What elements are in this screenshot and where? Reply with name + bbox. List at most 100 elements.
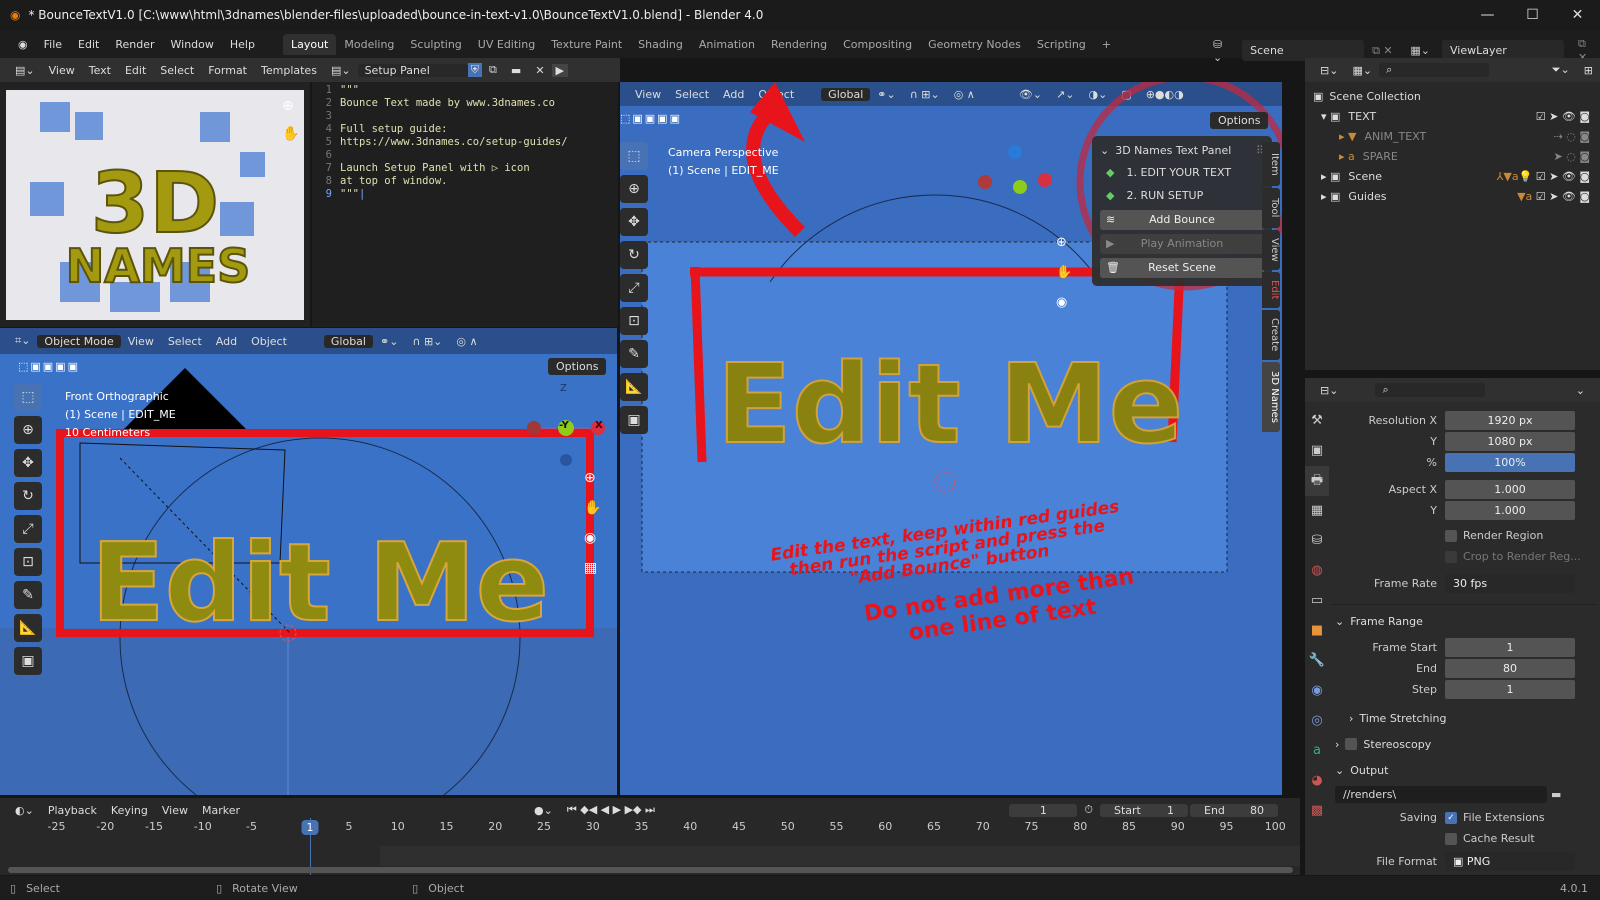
file-extensions-checkbox[interactable]: ✓ File Extensions bbox=[1445, 811, 1545, 824]
select-tool-icon[interactable]: ⬚ bbox=[14, 383, 42, 411]
cursor-tool-icon[interactable]: ⊕ bbox=[14, 416, 42, 444]
timeline-scrollbar[interactable] bbox=[8, 867, 1293, 873]
frame-rate-select[interactable]: 30 fps bbox=[1445, 574, 1575, 593]
scene-tab-icon[interactable]: ⛁ bbox=[1305, 526, 1329, 556]
annotate-tool-icon[interactable]: ✎ bbox=[620, 340, 648, 368]
particles-tab-icon[interactable]: ◉ bbox=[1305, 676, 1329, 706]
menu-file[interactable]: File bbox=[36, 34, 70, 55]
add-cube-tool-icon[interactable]: ▣ bbox=[14, 647, 42, 675]
render-region-checkbox[interactable]: Render Region bbox=[1335, 525, 1593, 546]
scale-tool-icon[interactable]: ⤢ bbox=[14, 515, 42, 543]
output-section[interactable]: ⌄ Output bbox=[1335, 758, 1593, 782]
zoom-icon[interactable]: ⊕ bbox=[1056, 228, 1072, 258]
editor-type-icon[interactable]: ▤⌄ bbox=[8, 64, 42, 77]
rotate-tool-icon[interactable]: ↻ bbox=[14, 482, 42, 510]
playback-controls[interactable]: ⏮ ◆◀ ◀ ▶ ▶◆ ⏭ bbox=[560, 803, 662, 817]
editor-type-icon[interactable]: ◐⌄ bbox=[8, 804, 41, 817]
move-tool-icon[interactable]: ✥ bbox=[620, 208, 648, 236]
tab-3d-names[interactable]: 3D Names bbox=[1262, 362, 1280, 432]
aspect-y-field[interactable]: 1.000 bbox=[1445, 501, 1575, 520]
zoom-icon[interactable]: ⊕ bbox=[282, 98, 294, 114]
new-collection-icon[interactable]: ⊞ bbox=[1577, 64, 1600, 77]
texture-tab-icon[interactable]: ▩ bbox=[1305, 796, 1329, 826]
modifier-tab-icon[interactable]: 🔧 bbox=[1305, 646, 1329, 676]
tab-item[interactable]: Item bbox=[1262, 142, 1280, 186]
tab-scripting[interactable]: Scripting bbox=[1029, 34, 1094, 55]
text-menu-select[interactable]: Select bbox=[153, 64, 201, 77]
tab-sculpting[interactable]: Sculpting bbox=[402, 34, 469, 55]
select-tool-icon[interactable]: ⬚ bbox=[620, 142, 648, 170]
maximize-button[interactable]: ☐ bbox=[1510, 7, 1555, 23]
outliner-search-input[interactable]: ⌕ bbox=[1379, 63, 1490, 77]
view-layer-tab-icon[interactable]: ▦ bbox=[1305, 496, 1329, 526]
render-tab-icon[interactable]: ▣ bbox=[1305, 436, 1329, 466]
play-animation-button[interactable]: ▶ Play Animation bbox=[1100, 234, 1264, 254]
unlink-text-icon[interactable]: ✕ bbox=[528, 64, 551, 77]
tab-texture-paint[interactable]: Texture Paint bbox=[543, 34, 630, 55]
options-button[interactable]: Options bbox=[548, 358, 607, 375]
data-tab-icon[interactable]: a bbox=[1305, 736, 1329, 766]
physics-tab-icon[interactable]: ◎ bbox=[1305, 706, 1329, 736]
outliner-scene-collection[interactable]: ▣ Scene Collection bbox=[1313, 86, 1600, 106]
tab-compositing[interactable]: Compositing bbox=[835, 34, 920, 55]
blender-menu-icon[interactable]: ◉ bbox=[10, 34, 36, 55]
chevron-down-icon[interactable]: ⌄ bbox=[1569, 384, 1592, 397]
output-path-input[interactable]: //renders\ bbox=[1335, 786, 1547, 803]
new-text-icon[interactable]: ⧉ bbox=[482, 63, 504, 77]
playback-menu[interactable]: Playback bbox=[41, 804, 104, 817]
run-script-button[interactable]: ▶ bbox=[551, 63, 568, 77]
stopwatch-icon[interactable]: ⏱ bbox=[1077, 803, 1100, 817]
end-frame-field[interactable]: End 80 bbox=[1190, 803, 1278, 817]
outliner-item-scene[interactable]: ▸ ▣ Scene ⅄▼a💡 ☑ ➤ 👁 ◙ bbox=[1313, 166, 1600, 186]
text-menu-text[interactable]: Text bbox=[82, 64, 118, 77]
resolution-x-field[interactable]: 1920 px bbox=[1445, 411, 1575, 430]
tab-modeling[interactable]: Modeling bbox=[336, 34, 402, 55]
resolution-y-field[interactable]: 1080 px bbox=[1445, 432, 1575, 451]
rotate-tool-icon[interactable]: ↻ bbox=[620, 241, 648, 269]
move-tool-icon[interactable]: ✥ bbox=[14, 449, 42, 477]
frame-start-field[interactable]: 1 bbox=[1445, 638, 1575, 657]
file-format-select[interactable]: ▣ PNG bbox=[1445, 852, 1575, 871]
outliner-item-anim-text[interactable]: ▸ ▼ ANIM_TEXT ⇢ ◌ ◙ bbox=[1313, 126, 1600, 146]
tab-tool[interactable]: Tool bbox=[1262, 188, 1280, 228]
outliner-item-guides[interactable]: ▸ ▣ Guides ▼a ☑ ➤ 👁 ◙ bbox=[1313, 186, 1600, 206]
editor-type-icon[interactable]: ⊟⌄ bbox=[1313, 384, 1345, 397]
tab-view[interactable]: View bbox=[1262, 230, 1280, 270]
start-frame-field[interactable]: Start 1 bbox=[1100, 803, 1188, 817]
menu-render[interactable]: Render bbox=[107, 34, 162, 55]
tab-geometry-nodes[interactable]: Geometry Nodes bbox=[920, 34, 1029, 55]
hand-pan-icon[interactable]: ✋ bbox=[1056, 258, 1072, 288]
world-tab-icon[interactable]: ◍ bbox=[1305, 556, 1329, 586]
resolution-percent-field[interactable]: 100% bbox=[1445, 453, 1575, 472]
viewport-front[interactable]: ⌗⌄ Object Mode View Select Add Object Gl… bbox=[0, 328, 617, 795]
scale-tool-icon[interactable]: ⤢ bbox=[620, 274, 648, 302]
text-menu-templates[interactable]: Templates bbox=[254, 64, 324, 77]
stereoscopy-section[interactable]: › Stereoscopy bbox=[1335, 732, 1593, 756]
measure-tool-icon[interactable]: 📐 bbox=[14, 614, 42, 642]
reset-scene-button[interactable]: 🗑 Reset Scene bbox=[1100, 258, 1264, 278]
tool-tab-icon[interactable]: ⚒ bbox=[1305, 406, 1329, 436]
zoom-icon[interactable]: ⊕ bbox=[584, 463, 601, 493]
options-button[interactable]: Options bbox=[1210, 112, 1269, 129]
marker-menu[interactable]: Marker bbox=[195, 804, 247, 817]
display-mode-icon[interactable]: ▦⌄ bbox=[1345, 64, 1379, 77]
tab-uv-editing[interactable]: UV Editing bbox=[470, 34, 543, 55]
menu-window[interactable]: Window bbox=[163, 34, 222, 55]
trusted-icon[interactable]: ⛨ bbox=[467, 63, 483, 77]
text-menu-view[interactable]: View bbox=[42, 64, 82, 77]
properties-search-input[interactable]: ⌕ bbox=[1375, 383, 1486, 397]
add-bounce-button[interactable]: ≋ Add Bounce bbox=[1100, 210, 1264, 230]
tab-edit[interactable]: Edit bbox=[1262, 272, 1280, 308]
tab-layout[interactable]: Layout bbox=[282, 33, 337, 55]
filter-icon[interactable]: ⏷⌄ bbox=[1545, 63, 1577, 77]
aspect-x-field[interactable]: 1.000 bbox=[1445, 480, 1575, 499]
annotate-tool-icon[interactable]: ✎ bbox=[14, 581, 42, 609]
tab-shading[interactable]: Shading bbox=[630, 34, 691, 55]
transform-tool-icon[interactable]: ⊡ bbox=[14, 548, 42, 576]
auto-keying-icon[interactable]: ●⌄ bbox=[527, 804, 560, 817]
collection-tab-icon[interactable]: ▭ bbox=[1305, 586, 1329, 616]
frame-range-section[interactable]: ⌄ Frame Range bbox=[1335, 609, 1593, 633]
folder-icon[interactable]: ▬ bbox=[1551, 788, 1561, 801]
text-menu-edit[interactable]: Edit bbox=[118, 64, 153, 77]
frame-end-field[interactable]: 80 bbox=[1445, 659, 1575, 678]
